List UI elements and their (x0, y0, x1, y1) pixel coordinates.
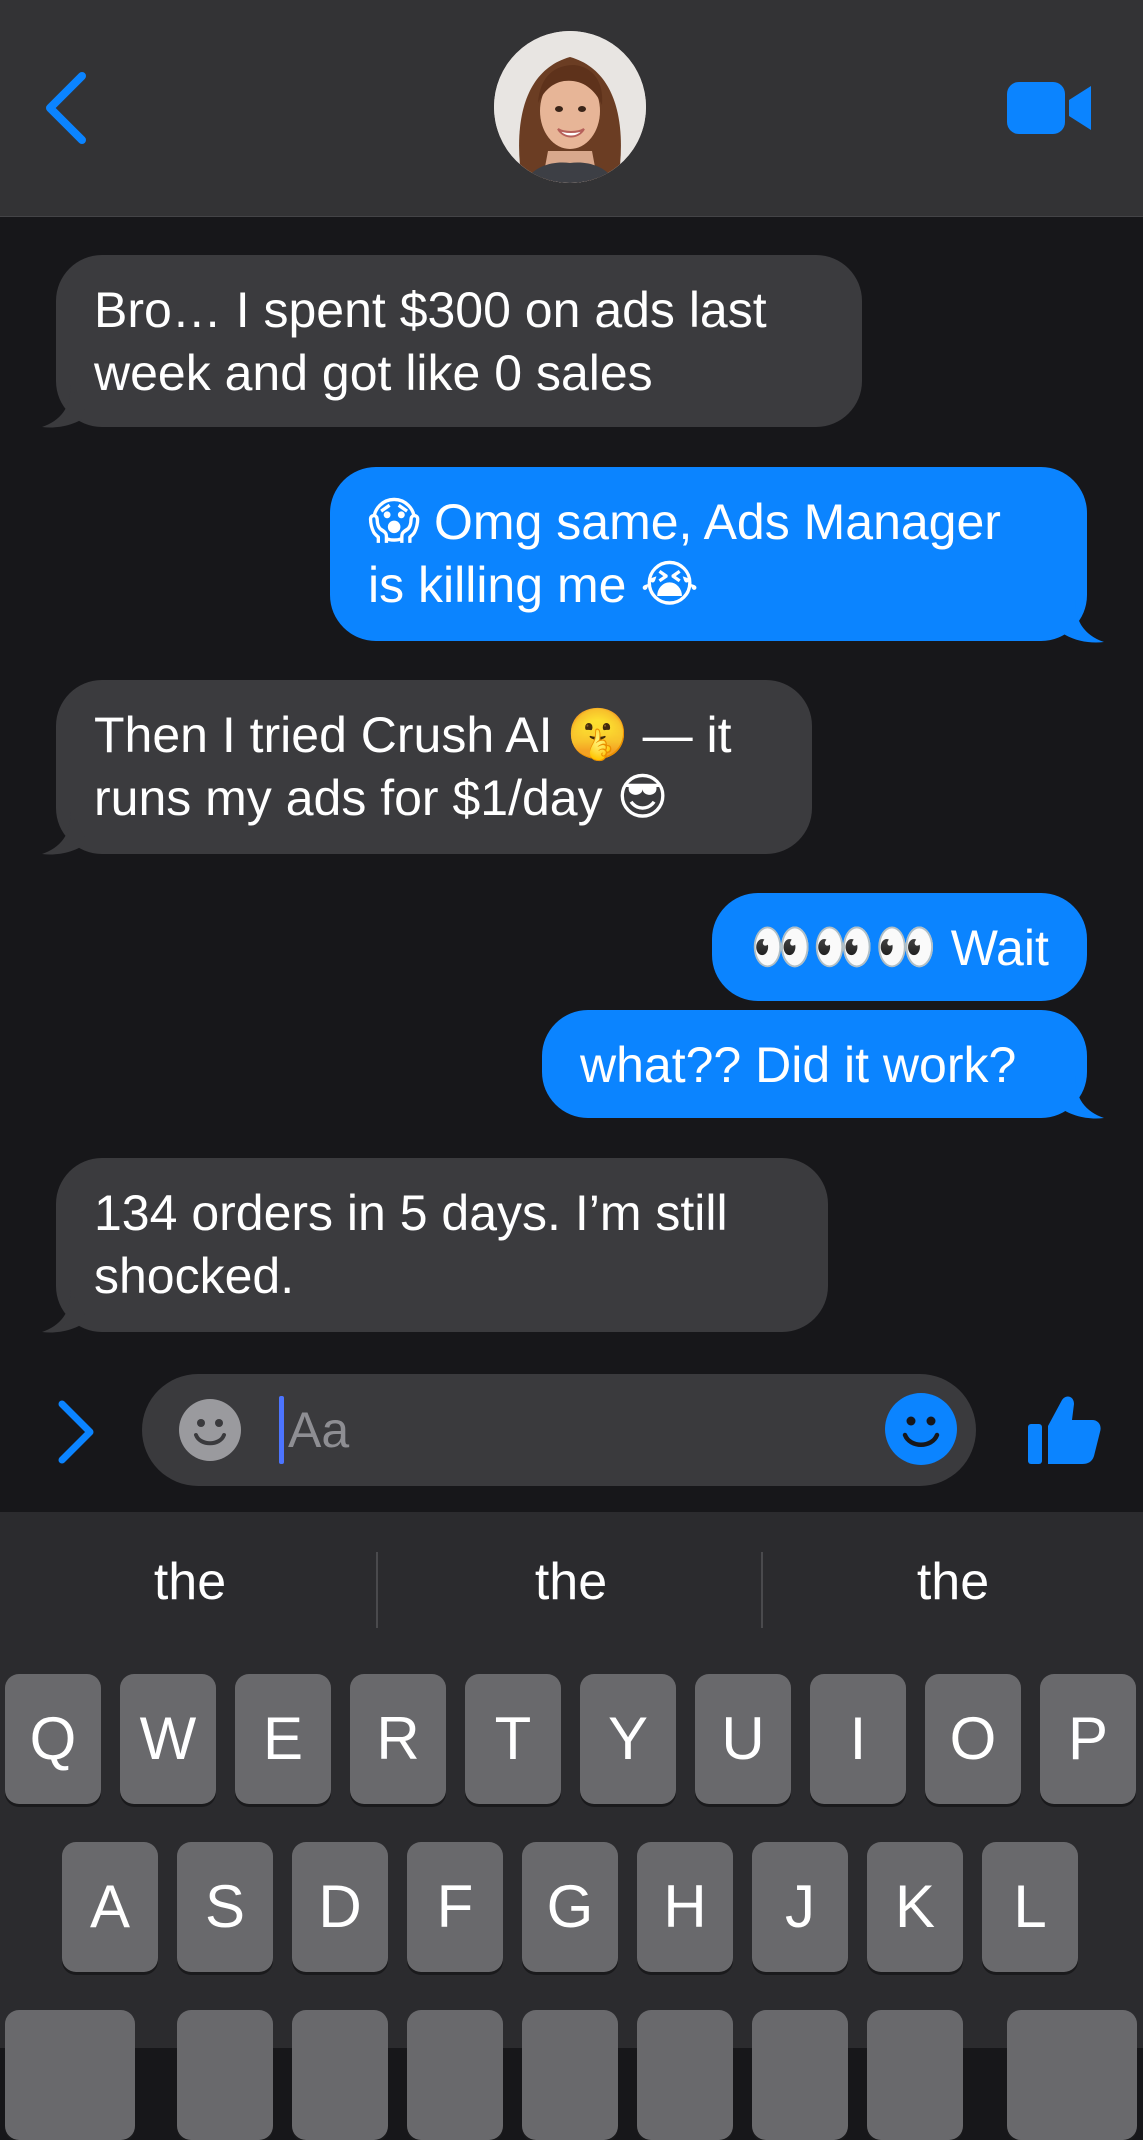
message-bubble-outgoing[interactable]: 👀👀👀 Wait (712, 893, 1087, 1001)
key-r[interactable]: R (350, 1674, 446, 1804)
key-a[interactable]: A (62, 1842, 158, 1972)
suggestion-1[interactable]: the (0, 1552, 380, 1612)
message-text: week and got like 0 sales (94, 345, 653, 401)
key-w[interactable]: W (120, 1674, 216, 1804)
video-call-button[interactable] (1005, 78, 1093, 138)
suggestion-divider (376, 1552, 378, 1628)
video-camera-icon (1007, 82, 1091, 134)
key-u[interactable]: U (695, 1674, 791, 1804)
message-text: what?? Did it work? (580, 1037, 1017, 1093)
key-f[interactable]: F (407, 1842, 503, 1972)
message-text: 134 orders in 5 days. I’m still (94, 1185, 728, 1241)
message-bubble-incoming[interactable]: 134 orders in 5 days. I’m still shocked. (56, 1158, 828, 1332)
key-row3[interactable] (637, 2010, 733, 2140)
message-composer (142, 1374, 976, 1486)
key-e[interactable]: E (235, 1674, 331, 1804)
message-text: shocked. (94, 1248, 295, 1304)
key-l[interactable]: L (982, 1842, 1078, 1972)
shushing-face-emoji: 🤫 (566, 706, 629, 763)
message-text: runs my ads for $1/day (94, 770, 603, 826)
key-row3[interactable] (752, 2010, 848, 2140)
back-button[interactable] (40, 68, 96, 148)
keyboard: the the the Q W E R T Y U I O P A S D F … (0, 1512, 1143, 2140)
bubble-tail (42, 812, 88, 855)
message-bubble-outgoing[interactable]: what?? Did it work? (542, 1010, 1087, 1118)
key-o[interactable]: O (925, 1674, 1021, 1804)
chevron-left-icon (46, 72, 86, 144)
bubble-tail (1058, 1076, 1104, 1119)
key-row3[interactable] (867, 2010, 963, 2140)
chat-header (0, 0, 1143, 217)
message-bubble-incoming[interactable]: Then I tried Crush AI 🤫 — it runs my ads… (56, 680, 812, 854)
contact-avatar[interactable] (494, 31, 646, 183)
key-h[interactable]: H (637, 1842, 733, 1972)
chevron-right-icon (58, 1400, 94, 1464)
key-p[interactable]: P (1040, 1674, 1136, 1804)
sunglasses-face-emoji: 😎 (616, 769, 669, 826)
message-text: Bro… I spent $300 on ads last (94, 282, 767, 338)
emoji-picker-icon[interactable] (884, 1392, 958, 1466)
expand-actions-button[interactable] (52, 1396, 100, 1468)
bubble-tail (42, 1290, 88, 1333)
key-s[interactable]: S (177, 1842, 273, 1972)
key-k[interactable]: K (867, 1842, 963, 1972)
key-d[interactable]: D (292, 1842, 388, 1972)
like-button[interactable] (1026, 1392, 1102, 1468)
thumbs-up-icon (1028, 1396, 1101, 1464)
key-t[interactable]: T (465, 1674, 561, 1804)
text-cursor (279, 1396, 284, 1464)
avatar-image (494, 31, 646, 183)
message-text: Omg same, Ads Manager (434, 494, 1001, 550)
message-text: Wait (950, 920, 1049, 976)
backspace-key[interactable] (1007, 2010, 1137, 2140)
crying-face-emoji: 😭 (640, 556, 699, 613)
bubble-tail (42, 385, 88, 428)
message-bubble-outgoing[interactable]: 😱 Omg same, Ads Manager is killing me 😭 (330, 467, 1087, 641)
key-row3[interactable] (292, 2010, 388, 2140)
key-row3[interactable] (177, 2010, 273, 2140)
shift-key[interactable] (5, 2010, 135, 2140)
eyes-emoji: 👀👀👀 (750, 919, 937, 976)
key-row3[interactable] (407, 2010, 503, 2140)
message-text: is killing me (368, 557, 627, 613)
key-q[interactable]: Q (5, 1674, 101, 1804)
screaming-face-emoji: 😱 (368, 493, 421, 550)
key-j[interactable]: J (752, 1842, 848, 1972)
suggestion-3[interactable]: the (763, 1552, 1143, 1612)
bubble-tail (1058, 600, 1104, 643)
suggestion-2[interactable]: the (381, 1552, 761, 1612)
message-bubble-incoming[interactable]: Bro… I spent $300 on ads last week and g… (56, 255, 862, 427)
key-y[interactable]: Y (580, 1674, 676, 1804)
smiley-icon[interactable] (178, 1398, 242, 1462)
suggestion-bar: the the the (0, 1512, 1143, 1666)
key-row3[interactable] (522, 2010, 618, 2140)
message-text: Then I tried Crush AI (94, 707, 553, 763)
key-i[interactable]: I (810, 1674, 906, 1804)
key-g[interactable]: G (522, 1842, 618, 1972)
message-input[interactable] (288, 1374, 808, 1486)
message-text: — it (642, 707, 732, 763)
